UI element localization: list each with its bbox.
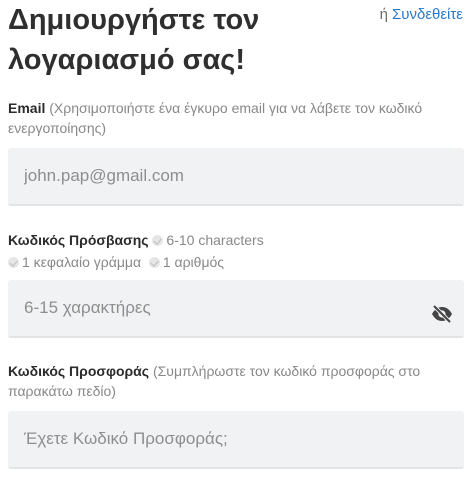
- email-hint: (Χρησιμοποιήστε ένα έγκυρο email για να …: [8, 100, 423, 136]
- promo-label: Κωδικός Προσφοράς: [8, 363, 150, 379]
- email-input[interactable]: [8, 148, 464, 206]
- promo-label-block: Κωδικός Προσφοράς (Συμπλήρωστε τον κωδικ…: [8, 361, 464, 401]
- login-hint: ή Συνδεθείτε: [380, 6, 463, 23]
- password-input[interactable]: [8, 280, 464, 338]
- password-requirements-row: 1 κεφαλαίο γράμμα 1 αριθμός: [8, 252, 464, 272]
- eye-slash-icon[interactable]: [430, 304, 454, 324]
- login-link[interactable]: Συνδεθείτε: [392, 6, 463, 23]
- check-icon: [148, 257, 160, 268]
- check-icon: [8, 257, 19, 268]
- password-requirement: 1 κεφαλαίο γράμμα: [8, 254, 141, 270]
- email-label: Email: [8, 100, 46, 116]
- check-icon: [152, 235, 164, 246]
- email-label-block: Email (Χρησιμοποιήστε ένα έγκυρο email γ…: [8, 98, 464, 138]
- password-label-block: Κωδικός Πρόσβασης 6-10 characters: [8, 230, 464, 250]
- signup-form: Δημιουργήστε τον λογαριασμό σας! ή Συνδεθ…: [0, 0, 472, 479]
- page-title: Δημιουργήστε τον λογαριασμό σας!: [8, 4, 260, 76]
- password-requirement: 6-10 characters: [152, 232, 264, 248]
- or-text: ή: [379, 6, 388, 23]
- password-label: Κωδικός Πρόσβασης: [8, 232, 149, 248]
- password-requirement: 1 αριθμός: [148, 254, 224, 270]
- promo-code-input[interactable]: [8, 411, 464, 469]
